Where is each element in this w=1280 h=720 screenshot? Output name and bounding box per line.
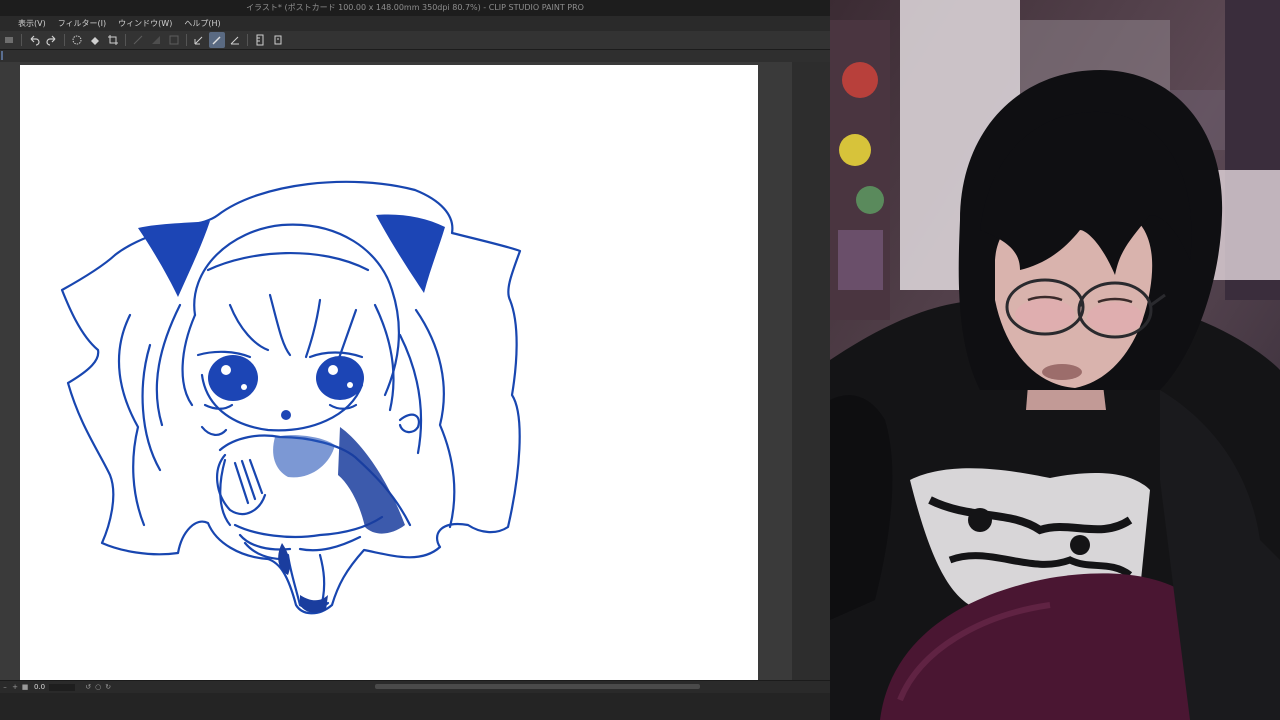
reset-rotate-icon[interactable]: ○ bbox=[93, 683, 103, 691]
window-title: イラスト* (ポストカード 100.00 x 148.00mm 350dpi 8… bbox=[0, 0, 830, 16]
snap-icon[interactable] bbox=[270, 32, 286, 48]
window-bottom-edge bbox=[0, 693, 830, 720]
right-dock-panel bbox=[792, 62, 830, 680]
clip-studio-window: イラスト* (ポストカード 100.00 x 148.00mm 350dpi 8… bbox=[0, 0, 830, 720]
menu-window[interactable]: ウィンドウ(W) bbox=[112, 18, 178, 29]
zoom-value[interactable]: 0.0 bbox=[34, 683, 45, 691]
ruler-icon[interactable] bbox=[252, 32, 268, 48]
select-icon[interactable] bbox=[166, 32, 182, 48]
pen-straight-icon[interactable] bbox=[227, 32, 243, 48]
rotate-right-icon[interactable]: ↻ bbox=[103, 683, 113, 691]
tool-property-bar bbox=[0, 50, 830, 62]
toolbar-divider bbox=[247, 34, 248, 46]
panel-handle[interactable] bbox=[1, 51, 3, 60]
zoom-out-icon[interactable]: – bbox=[0, 683, 10, 691]
webcam-image bbox=[830, 0, 1280, 720]
rotate-left-icon[interactable]: ↺ bbox=[83, 683, 93, 691]
clear-icon[interactable] bbox=[69, 32, 85, 48]
crop-icon[interactable] bbox=[105, 32, 121, 48]
pen-curve-icon[interactable] bbox=[209, 32, 225, 48]
stabilizer-icon[interactable] bbox=[148, 32, 164, 48]
menu-filter[interactable]: フィルター(I) bbox=[52, 18, 112, 29]
toolbar-divider bbox=[186, 34, 187, 46]
toolbar-divider bbox=[64, 34, 65, 46]
zoom-slider[interactable] bbox=[49, 683, 76, 691]
webcam-feed bbox=[830, 0, 1280, 720]
undo-icon[interactable] bbox=[26, 32, 42, 48]
status-bar: – + ■ 0.0 ↺ ○ ↻ bbox=[0, 680, 830, 693]
fit-icon[interactable]: ■ bbox=[20, 683, 30, 691]
chibi-sketch bbox=[60, 180, 522, 615]
redo-icon[interactable] bbox=[44, 32, 60, 48]
menu-view[interactable]: 表示(V) bbox=[0, 18, 52, 29]
transform-icon[interactable] bbox=[130, 32, 146, 48]
pen-line-icon[interactable] bbox=[191, 32, 207, 48]
menu-bar: 表示(V) フィルター(I) ウィンドウ(W) ヘルプ(H) bbox=[0, 16, 830, 31]
drawing-canvas[interactable] bbox=[20, 65, 758, 680]
menu-help[interactable]: ヘルプ(H) bbox=[178, 18, 226, 29]
toolbar-divider bbox=[21, 34, 22, 46]
horizontal-scrollbar[interactable] bbox=[375, 684, 700, 689]
tool-menu-icon[interactable] bbox=[1, 32, 17, 48]
zoom-in-icon[interactable]: + bbox=[10, 683, 20, 691]
fill-icon[interactable] bbox=[87, 32, 103, 48]
command-bar bbox=[0, 31, 830, 50]
toolbar-divider bbox=[125, 34, 126, 46]
canvas-workspace[interactable] bbox=[0, 62, 830, 680]
